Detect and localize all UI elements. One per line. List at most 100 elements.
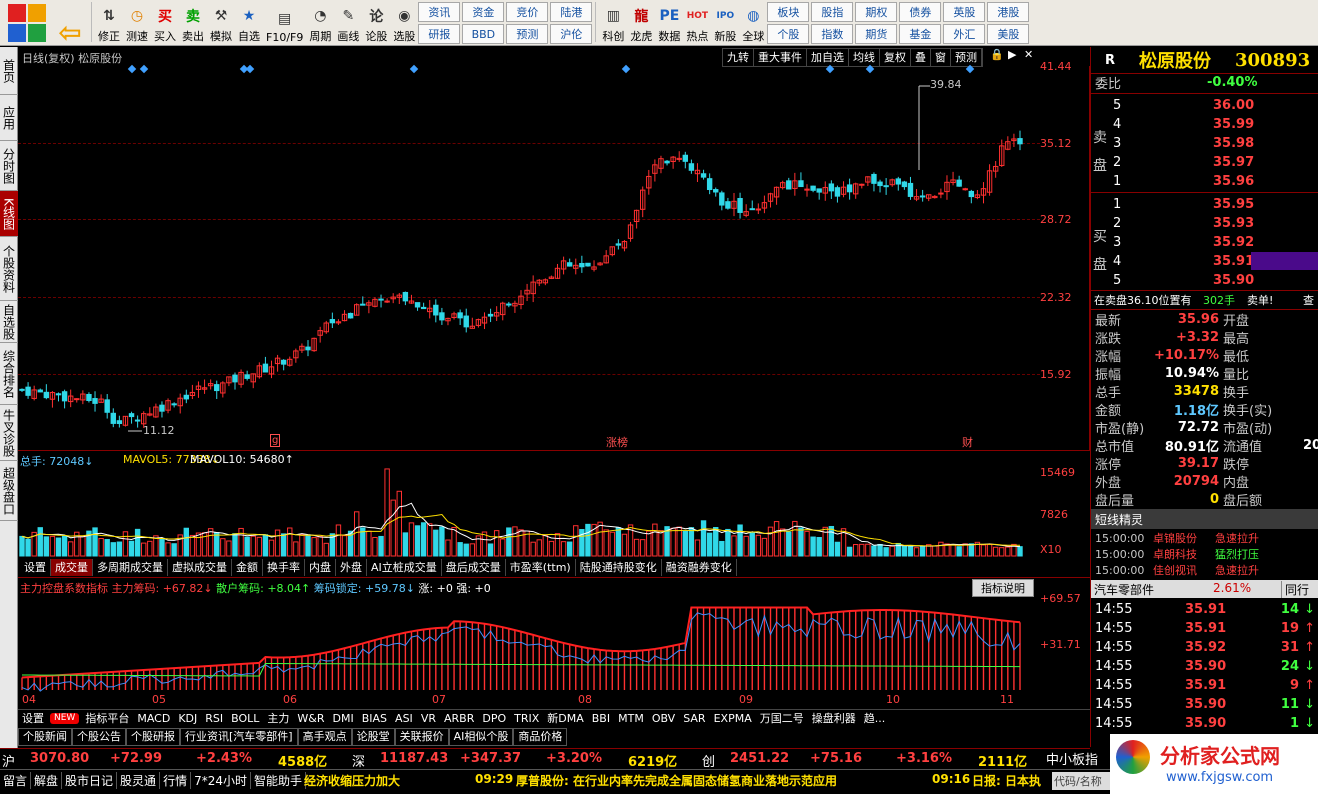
indicator-tab[interactable]: 外盘: [336, 559, 367, 576]
grid-a-button[interactable]: BBD: [462, 24, 505, 44]
grid-a-button[interactable]: 预测: [506, 24, 549, 44]
indicator-menu-item[interactable]: OBV: [648, 710, 679, 727]
news-tab[interactable]: 商品价格: [513, 728, 568, 746]
clock-button[interactable]: ◷ 测速: [123, 0, 151, 44]
indicator-tab[interactable]: 金额: [232, 559, 263, 576]
indicator-menu-item[interactable]: RSI: [201, 710, 227, 727]
index-name[interactable]: 创: [702, 751, 715, 770]
sell-button[interactable]: 卖卖出: [179, 0, 207, 44]
indicator-tab[interactable]: 市盈率(ttm): [506, 559, 576, 576]
marker-top-list[interactable]: 涨榜: [606, 434, 628, 450]
indicator-tab[interactable]: 盘后成交量: [442, 559, 506, 576]
grid-b-button[interactable]: 期权: [855, 2, 898, 22]
grid-b-button[interactable]: 外汇: [943, 24, 986, 44]
indicator-help-button[interactable]: 指标说明: [972, 579, 1034, 597]
indicator-menu-item[interactable]: EXPMA: [710, 710, 756, 727]
kechuang-button[interactable]: ▥ 科创: [599, 0, 627, 44]
side-tab[interactable]: 个股资料: [0, 237, 18, 301]
indicator-menu-item[interactable]: 操盘利器: [808, 710, 860, 727]
grid-a-button[interactable]: 研报: [418, 24, 461, 44]
chart-header-button[interactable]: 预测: [951, 49, 982, 66]
side-tab[interactable]: 超级盘口: [0, 461, 18, 521]
marker-g[interactable]: g: [270, 434, 281, 447]
grid-a-button[interactable]: 沪伦: [550, 24, 593, 44]
status-item[interactable]: 智能助手: [251, 772, 306, 789]
side-tab[interactable]: 自选股: [0, 301, 18, 343]
lock-icon[interactable]: 🔒: [990, 48, 1004, 61]
indicator-menu-item[interactable]: 指标平台: [81, 710, 133, 727]
order-row[interactable]: 5 36.00: [1091, 96, 1318, 114]
chart-header-button[interactable]: 叠: [911, 49, 931, 66]
grid-b-button[interactable]: 英股: [943, 2, 986, 22]
order-notice-more[interactable]: 查: [1303, 292, 1314, 308]
pen-button[interactable]: ✎ 画线: [334, 0, 362, 44]
globe-button[interactable]: ◍ 全球: [739, 0, 767, 44]
indicator-menu-item[interactable]: MTM: [614, 710, 648, 727]
order-row[interactable]: 4 35.99: [1091, 115, 1318, 133]
f10-button[interactable]: ▤ F10/F9: [263, 0, 306, 44]
indicator-menu-item[interactable]: TRIX: [510, 710, 543, 727]
status-item[interactable]: 行情: [160, 772, 192, 789]
grid-a-button[interactable]: 竞价: [506, 2, 549, 22]
order-row[interactable]: 4 35.91: [1091, 252, 1318, 270]
order-row[interactable]: 3 35.92: [1091, 233, 1318, 251]
side-tab[interactable]: 首页: [0, 47, 18, 95]
status-item[interactable]: 股灵通: [117, 772, 161, 789]
chart-header-button[interactable]: 均线: [849, 49, 880, 66]
indicator-menu-item[interactable]: 设置: [18, 710, 48, 727]
indicator-menu-item[interactable]: NEW: [50, 713, 80, 724]
app-logo-icon[interactable]: [8, 4, 46, 42]
shortline-item[interactable]: 15:00:00 卓锦股份 急速拉升: [1091, 530, 1318, 546]
news-tab[interactable]: AI相似个股: [448, 728, 514, 746]
news-tab[interactable]: 个股新闻: [18, 728, 72, 746]
indicator-menu-item[interactable]: 新DMA: [543, 710, 588, 727]
status-item[interactable]: 解盘: [31, 772, 63, 789]
chart-header-button[interactable]: 窗: [931, 49, 951, 66]
index-name[interactable]: 沪: [2, 751, 15, 770]
back-button[interactable]: ⇦: [52, 0, 88, 49]
indicator-tab[interactable]: 虚拟成交量: [168, 559, 232, 576]
forum-button[interactable]: 论论股: [362, 0, 390, 44]
sector-more[interactable]: 同行: [1281, 581, 1309, 598]
index-more[interactable]: 中小板指: [1046, 749, 1098, 768]
side-tab[interactable]: K线图: [0, 191, 18, 237]
indicator-tab[interactable]: 设置: [20, 559, 51, 576]
arrow-right-icon[interactable]: ▶︎: [1008, 48, 1016, 61]
indicator-menu-item[interactable]: VR: [417, 710, 440, 727]
order-row[interactable]: 2 35.93: [1091, 214, 1318, 232]
grid-b-button[interactable]: 个股: [767, 24, 810, 44]
shortline-item[interactable]: 15:00:00 卓朗科技 猛烈打压: [1091, 546, 1318, 562]
indicator-tab[interactable]: 换手率: [263, 559, 305, 576]
indicator-menu-item[interactable]: DPO: [478, 710, 510, 727]
marker-finance[interactable]: 财: [962, 434, 973, 450]
hammer-button[interactable]: ⚒ 模拟: [207, 0, 235, 44]
indicator-menu-item[interactable]: KDJ: [174, 710, 201, 727]
indicator-menu-item[interactable]: DMI: [329, 710, 358, 727]
indicator-menu-item[interactable]: ARBR: [440, 710, 478, 727]
indicator-menu-item[interactable]: BOLL: [227, 710, 263, 727]
grid-b-button[interactable]: 基金: [899, 24, 942, 44]
indicator-tab[interactable]: 多周期成交量: [93, 559, 168, 576]
news-tab[interactable]: 个股公告: [72, 728, 126, 746]
status-item[interactable]: 股市日记: [62, 772, 118, 789]
news-tab[interactable]: 关联报价: [394, 728, 449, 746]
star-button[interactable]: ★ 自选: [235, 0, 263, 44]
chart-header-button[interactable]: 重大事件: [754, 49, 807, 66]
news-tab[interactable]: 行业资讯[汽车零部件]: [180, 728, 298, 746]
order-row[interactable]: 1 35.96: [1091, 172, 1318, 190]
stock-pick-button[interactable]: ◉ 选股: [390, 0, 418, 44]
news-tab[interactable]: 论股堂: [351, 728, 395, 746]
period-button[interactable]: ◔ 周期: [306, 0, 334, 44]
news-tab[interactable]: 高手观点: [297, 728, 352, 746]
grid-a-button[interactable]: 资讯: [418, 2, 461, 22]
sector-bar[interactable]: 汽车零部件 2.61% 同行: [1091, 580, 1318, 598]
side-tab[interactable]: 应用: [0, 95, 18, 141]
order-row[interactable]: 2 35.97: [1091, 153, 1318, 171]
side-tab[interactable]: 分时图: [0, 141, 18, 191]
indicator-menu-item[interactable]: ASI: [391, 710, 417, 727]
indicator-tab[interactable]: 陆股通持股变化: [576, 559, 662, 576]
indicator-menu-item[interactable]: 万国二号: [756, 710, 808, 727]
news-tab[interactable]: 个股研报: [126, 728, 180, 746]
shortline-item[interactable]: 15:00:00 佳创视讯 急速拉升: [1091, 562, 1318, 578]
order-row[interactable]: 1 35.95: [1091, 195, 1318, 213]
